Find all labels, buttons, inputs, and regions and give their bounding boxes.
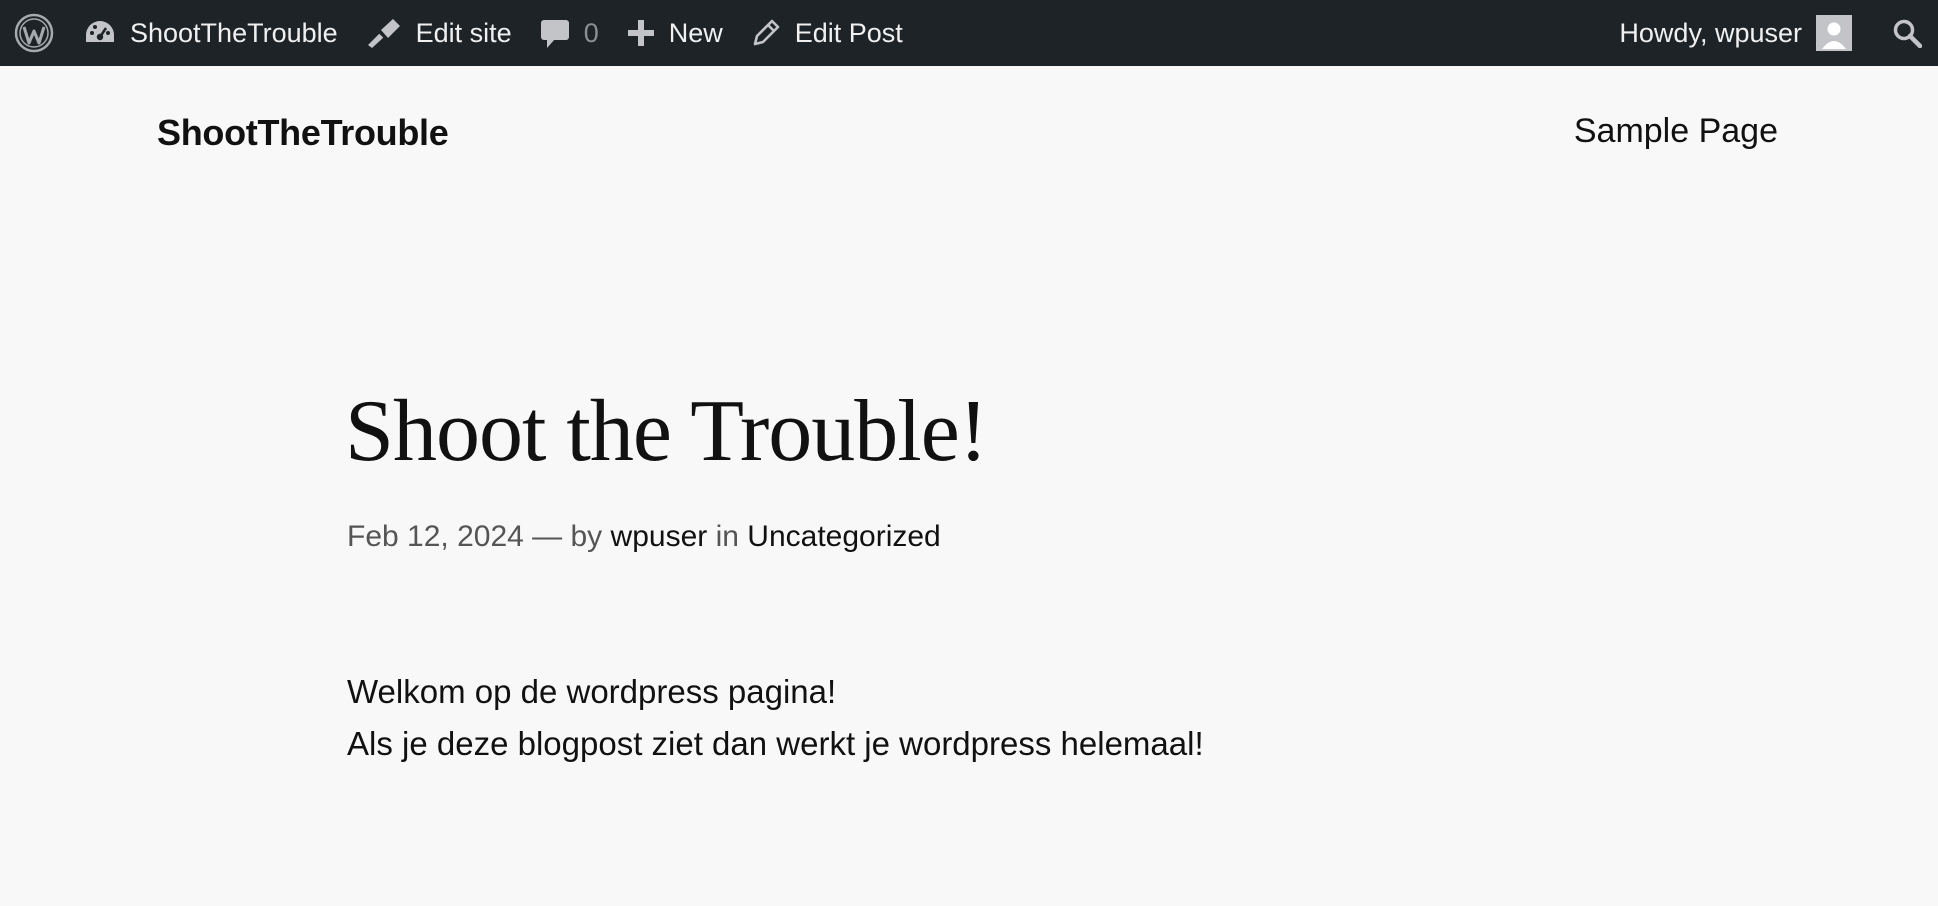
admin-bar: ShootTheTrouble Edit site 0 New Edit Pos… — [0, 0, 1938, 66]
post-in-label: in — [715, 520, 739, 553]
wordpress-logo-icon — [14, 13, 54, 53]
nav-item-sample-page[interactable]: Sample Page — [1574, 112, 1778, 151]
search-icon — [1892, 18, 1922, 48]
post-meta: Feb 12, 2024 — by wpuser in Uncategorize… — [347, 520, 941, 554]
edit-site-label: Edit site — [415, 17, 512, 48]
edit-post-menu[interactable]: Edit Post — [737, 0, 917, 66]
user-avatar-icon — [1816, 15, 1852, 51]
plus-icon — [627, 19, 655, 47]
site-name-menu[interactable]: ShootTheTrouble — [70, 0, 352, 66]
admin-bar-right: Howdy, wpuser — [1605, 0, 1938, 66]
post-paragraph: Als je deze blogpost ziet dan werkt je w… — [347, 725, 1204, 762]
brush-icon — [366, 17, 402, 49]
pencil-icon — [751, 18, 781, 48]
post-content: Welkom op de wordpress pagina! Als je de… — [347, 666, 1204, 770]
dashboard-icon — [84, 18, 116, 48]
howdy-label: Howdy, wpuser — [1619, 17, 1802, 48]
site-title[interactable]: ShootTheTrouble — [157, 112, 449, 154]
post-category-link[interactable]: Uncategorized — [747, 520, 940, 553]
admin-bar-left: ShootTheTrouble Edit site 0 New Edit Pos… — [0, 0, 917, 66]
edit-post-label: Edit Post — [794, 17, 903, 48]
wordpress-menu[interactable] — [0, 0, 70, 66]
site-name-label: ShootTheTrouble — [130, 17, 338, 48]
comments-menu[interactable]: 0 — [526, 0, 613, 66]
post-paragraph: Welkom op de wordpress pagina! — [347, 673, 837, 710]
search-button[interactable] — [1866, 0, 1938, 66]
my-account-menu[interactable]: Howdy, wpuser — [1605, 0, 1866, 66]
comment-bubble-icon — [540, 17, 570, 49]
new-content-menu[interactable]: New — [613, 0, 737, 66]
comments-count: 0 — [583, 17, 599, 48]
edit-site-menu[interactable]: Edit site — [352, 0, 526, 66]
post-by-label: — by — [532, 520, 603, 553]
new-label: New — [668, 17, 723, 48]
post-title: Shoot the Trouble! — [345, 383, 988, 480]
post-date[interactable]: Feb 12, 2024 — [347, 520, 524, 553]
post-author-link[interactable]: wpuser — [611, 520, 708, 553]
